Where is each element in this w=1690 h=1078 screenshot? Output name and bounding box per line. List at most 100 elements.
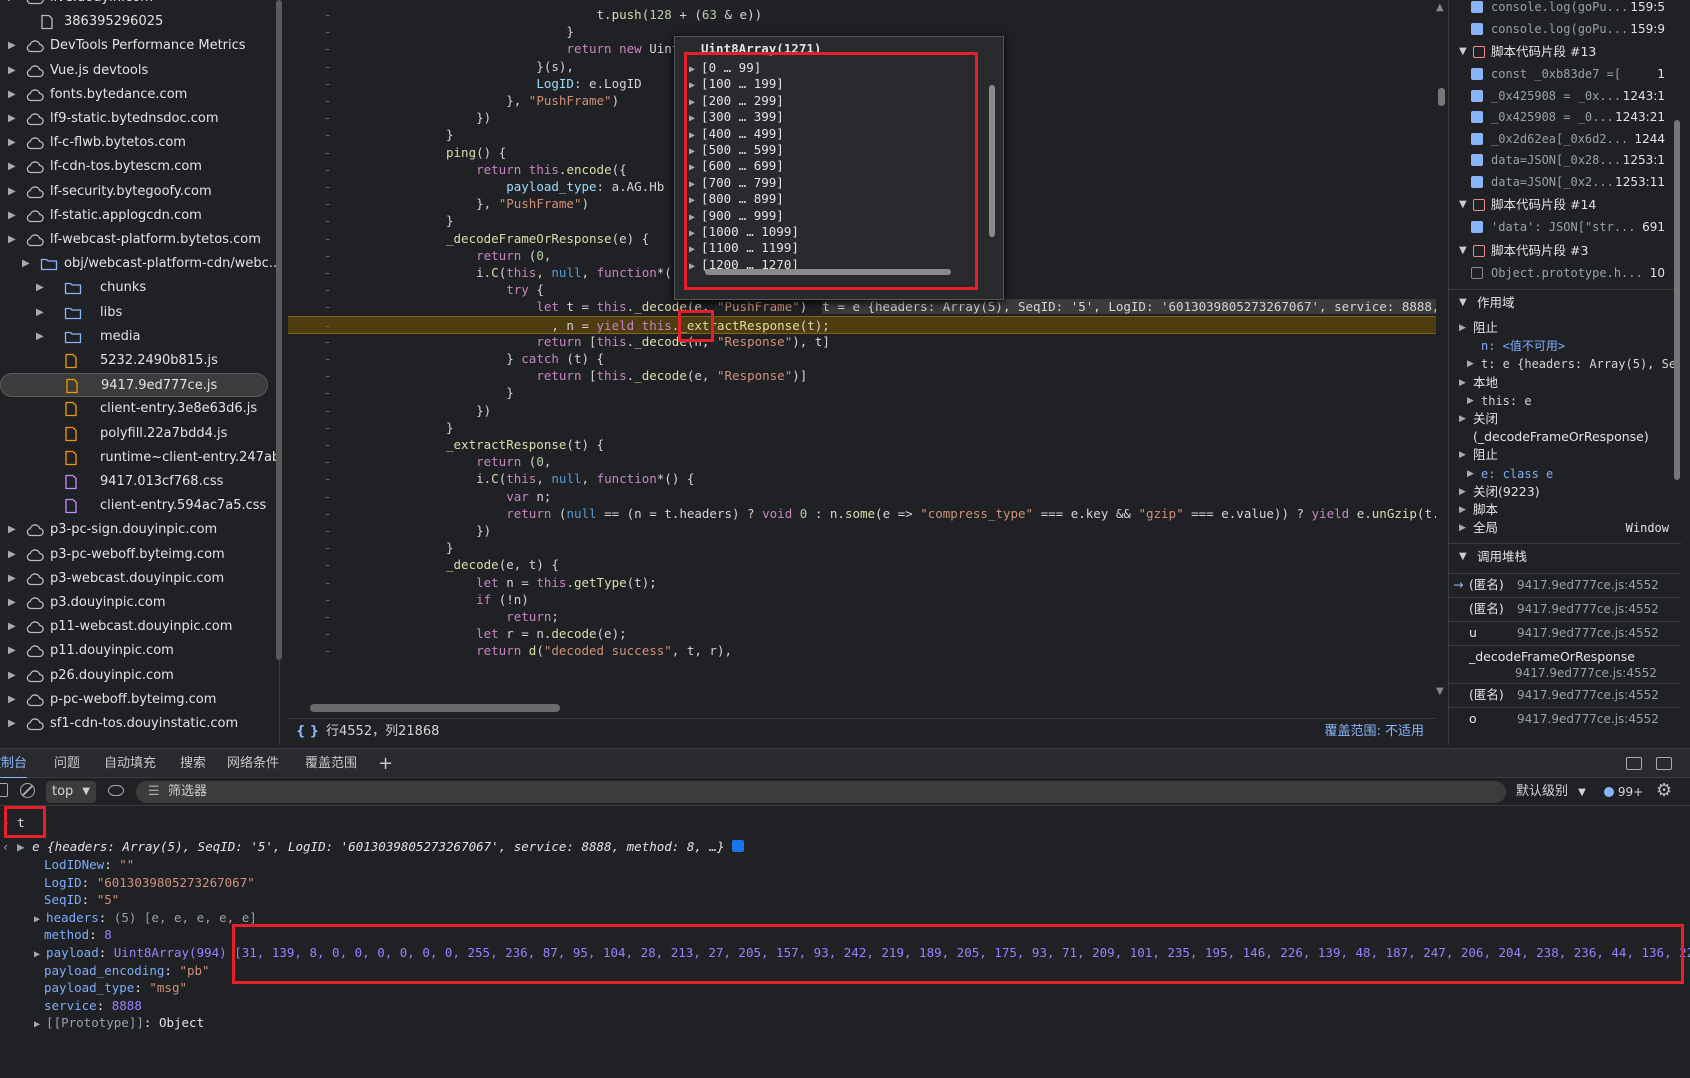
- code-line[interactable]: - var n;: [288, 488, 1436, 507]
- object-property[interactable]: method: 8: [44, 926, 112, 944]
- expand-arrow-icon[interactable]: ▶: [34, 1019, 46, 1030]
- breakpoint-checkbox[interactable]: [1471, 89, 1483, 102]
- tree-item[interactable]: ▶ p11-webcast.douyinpic.com: [0, 615, 268, 639]
- section-header-scope[interactable]: ▼ 作用域: [1449, 289, 1681, 311]
- object-property[interactable]: service: 8888: [44, 997, 142, 1015]
- tree-item[interactable]: ▶ chunks: [0, 276, 268, 300]
- expand-arrow-icon[interactable]: ▶: [8, 591, 20, 615]
- expand-arrow-icon[interactable]: ▶: [8, 615, 20, 639]
- breakpoint-checkbox[interactable]: [1471, 221, 1483, 233]
- breakpoint-item[interactable]: Object.prototype.h... 10: [1449, 262, 1681, 284]
- breakpoint-checkbox[interactable]: [1471, 175, 1483, 188]
- expand-arrow-icon[interactable]: ▶: [8, 712, 20, 736]
- editor-horizontal-scrollbar[interactable]: [310, 704, 560, 712]
- code-line[interactable]: - _extractResponse(t) {: [288, 436, 1436, 455]
- call-frame[interactable]: u 9417.9ed777ce.js:4552: [1449, 621, 1681, 643]
- breakpoint-item[interactable]: console.log(goPu... 159:9: [1449, 18, 1681, 40]
- expand-arrow-icon[interactable]: ▶: [1459, 517, 1466, 539]
- expand-arrow-icon[interactable]: ▶: [8, 228, 20, 252]
- expand-arrow-icon[interactable]: ▶: [8, 664, 20, 688]
- expand-arrow-icon[interactable]: ▶: [8, 131, 20, 155]
- code-line[interactable]: - if (!n): [288, 591, 1436, 610]
- tree-item[interactable]: ▶ DevTools Performance Metrics: [0, 34, 268, 58]
- breakpoint-checkbox[interactable]: [1471, 132, 1483, 145]
- breakpoint-item[interactable]: data=JSON[_0x28... 1253:1: [1449, 149, 1681, 171]
- popover-vertical-scrollbar[interactable]: [989, 85, 995, 237]
- object-property[interactable]: LogID: "6013039805273267067": [44, 874, 255, 892]
- tree-item[interactable]: 9417.9ed777ce.js: [0, 373, 268, 398]
- add-tab-icon[interactable]: +: [378, 749, 393, 779]
- call-frame[interactable]: _decodeFrameOrResponse 9417.9ed777ce.js:4…: [1449, 645, 1681, 681]
- tree-item[interactable]: ▶ lf-c-flwb.bytetos.com: [0, 131, 268, 155]
- chevron-down-icon[interactable]: ▼: [1459, 194, 1467, 216]
- expand-arrow-icon[interactable]: ▶: [8, 688, 20, 712]
- code-line[interactable]: - _decode(e, t) {: [288, 556, 1436, 575]
- object-property[interactable]: payload_encoding: "pb": [44, 962, 210, 980]
- code-line[interactable]: - i.C(this, null, function*() {: [288, 470, 1436, 489]
- call-frame[interactable]: (匿名) 9417.9ed777ce.js:4552: [1449, 597, 1681, 619]
- code-line[interactable]: - }): [288, 522, 1436, 541]
- breakpoint-group-header[interactable]: ▼ 脚本代码片段 #3: [1449, 240, 1681, 262]
- breakpoint-item[interactable]: console.log(goPu... 159:5: [1449, 0, 1681, 18]
- object-property[interactable]: payload_type: "msg": [44, 979, 187, 997]
- tab-1[interactable]: 问题: [54, 749, 80, 779]
- code-line[interactable]: - let r = n.decode(e);: [288, 625, 1436, 644]
- tree-item[interactable]: ▶ p3-webcast.douyinpic.com: [0, 567, 268, 591]
- code-line[interactable]: -}: [288, 539, 1436, 558]
- tree-item[interactable]: runtime~client-entry.247ab10...: [0, 446, 279, 470]
- tree-item[interactable]: ▶ p-pc-weboff.byteimg.com: [0, 688, 268, 712]
- breakpoint-checkbox[interactable]: [1471, 154, 1483, 166]
- sources-file-tree[interactable]: ▶ live.douyin.com 386395296025 ▶ DevTools Pe…: [0, 0, 280, 745]
- chevron-down-icon[interactable]: ▼: [1459, 546, 1467, 568]
- tree-item[interactable]: ▶ obj/webcast-platform-cdn/webc...: [0, 252, 279, 276]
- breakpoint-item[interactable]: const _0xb83de7 =[1: [1449, 63, 1681, 85]
- pretty-print-icon[interactable]: { }: [296, 719, 319, 745]
- breakpoint-item[interactable]: _0x425908 = _0x... 1243:1: [1449, 85, 1681, 107]
- breakpoint-item[interactable]: 'data': JSON["str... 691: [1449, 216, 1681, 238]
- code-line[interactable]: -}: [288, 419, 1436, 438]
- expand-arrow-icon[interactable]: ▶: [8, 180, 20, 204]
- editor-vertical-scrollbar[interactable]: [1438, 88, 1445, 106]
- call-frame[interactable]: o 9417.9ed777ce.js:4552: [1449, 707, 1681, 729]
- object-property[interactable]: ▶ headers: (5) [e, e, e, e, e]: [34, 909, 257, 927]
- breakpoint-item[interactable]: _0x425908 = _0... 1243:21: [1449, 106, 1681, 128]
- expand-arrow-icon[interactable]: ▶: [34, 914, 46, 925]
- object-property[interactable]: LodIDNew: "": [44, 856, 134, 874]
- editor-scroll-down-arrow[interactable]: ▼: [1436, 686, 1444, 697]
- code-line[interactable]: - let n = this.getType(t);: [288, 574, 1436, 593]
- code-line[interactable]: - , n = yield this._extractResponse(t);: [288, 315, 1436, 335]
- breakpoint-item[interactable]: _0x2d62ea[_0x6d2... 1244: [1449, 128, 1681, 150]
- tree-item[interactable]: ▶ fonts.bytedance.com: [0, 83, 268, 107]
- object-property[interactable]: ▶ [[Prototype]]: Object: [34, 1014, 204, 1032]
- expand-arrow-icon[interactable]: ▶: [8, 204, 20, 228]
- expand-arrow-icon[interactable]: ▶: [8, 0, 20, 10]
- tree-item[interactable]: ▶ live.douyin.com: [0, 0, 268, 10]
- expand-arrow-icon[interactable]: ▶: [8, 107, 20, 131]
- code-line[interactable]: - return d("decoded success", t, r),: [288, 642, 1436, 661]
- editor-scroll-up-arrow[interactable]: ▲: [1436, 2, 1444, 13]
- tree-item[interactable]: ▶ libs: [0, 301, 268, 325]
- tree-item[interactable]: polyfill.22a7bdd4.js: [0, 422, 268, 446]
- eye-icon[interactable]: [108, 785, 124, 796]
- tree-item[interactable]: ▶ p3-pc-sign.douyinpic.com: [0, 518, 268, 542]
- breakpoint-checkbox[interactable]: [1471, 1, 1483, 13]
- tab-2[interactable]: 自动填充: [104, 749, 156, 779]
- expand-arrow-icon[interactable]: ▶: [36, 301, 48, 325]
- tree-item[interactable]: ▶ lf-cdn-tos.bytescm.com: [0, 155, 268, 179]
- tree-item[interactable]: ▶ lf-webcast-platform.bytetos.com: [0, 228, 268, 252]
- expand-arrow-icon[interactable]: ▶: [8, 543, 20, 567]
- tree-item[interactable]: ▶ Vue.js devtools: [0, 59, 268, 83]
- expand-arrow-icon[interactable]: ▶: [8, 567, 20, 591]
- expand-arrow-icon[interactable]: ▶: [36, 325, 48, 349]
- chevron-down-icon[interactable]: ▼: [1459, 240, 1467, 262]
- chevron-down-icon[interactable]: ▼: [1459, 41, 1467, 63]
- debugger-sidebar[interactable]: console.log(goPu... 159:5 console.log(goPu…: [1448, 0, 1690, 745]
- tree-item[interactable]: ▶ lf9-static.bytednsdoc.com: [0, 107, 268, 131]
- code-line[interactable]: - }): [288, 402, 1436, 421]
- call-frame[interactable]: → (匿名) 9417.9ed777ce.js:4552: [1449, 573, 1681, 595]
- filter-input[interactable]: ☰ 筛选器: [136, 781, 1506, 803]
- breakpoint-group-header[interactable]: ▼ 脚本代码片段 #14: [1449, 194, 1681, 216]
- issues-counter[interactable]: 99+: [1604, 781, 1643, 803]
- settings-gear-icon[interactable]: ⚙: [1656, 780, 1672, 801]
- expand-arrow-icon[interactable]: ▶: [8, 518, 20, 542]
